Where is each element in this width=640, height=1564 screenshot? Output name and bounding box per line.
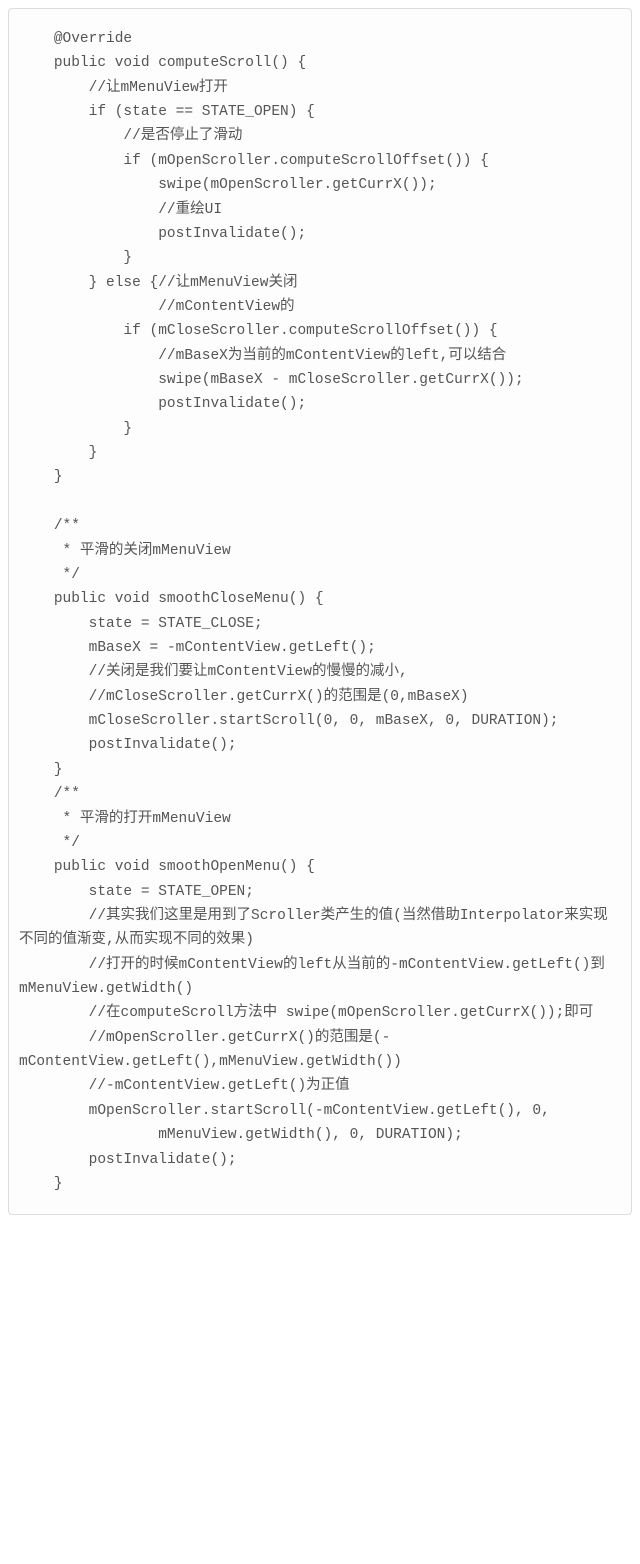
code-block-container: @Override public void computeScroll() { … — [8, 8, 632, 1215]
code-content: @Override public void computeScroll() { … — [19, 27, 621, 1196]
